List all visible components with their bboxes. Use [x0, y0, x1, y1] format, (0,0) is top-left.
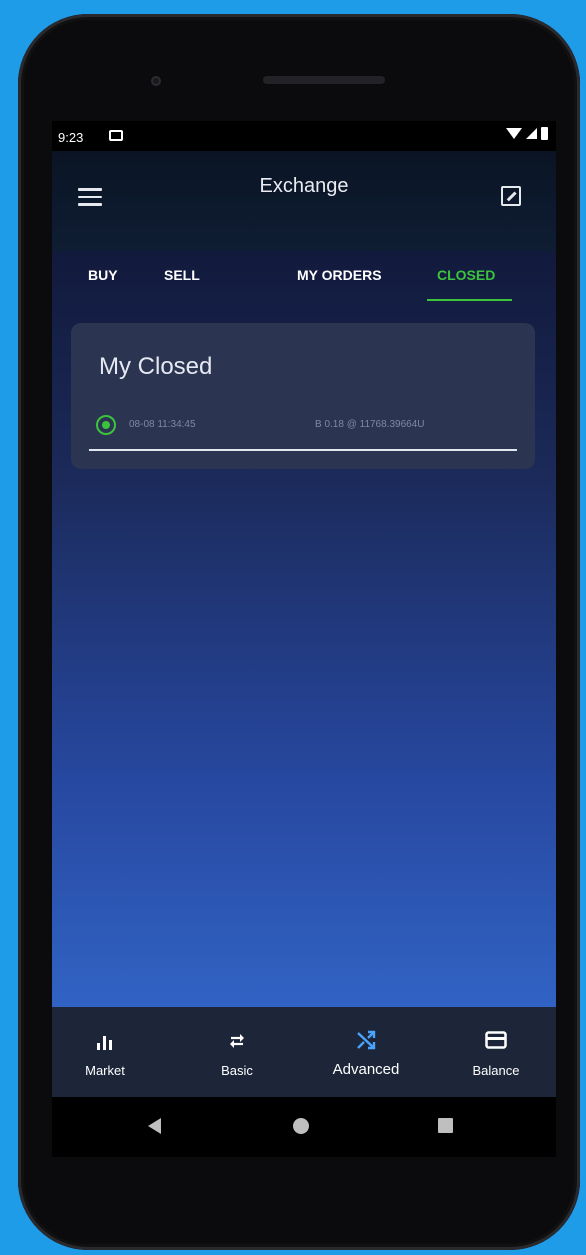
- nav-market-label: Market: [85, 1063, 125, 1078]
- battery-icon: [541, 127, 548, 140]
- card-title: My Closed: [99, 353, 213, 380]
- screen: 9:23 Exchange BUY SELL MY ORDERS CLOSED …: [52, 121, 556, 1097]
- order-detail: B 0.18 @ 11768.39664U: [315, 419, 425, 430]
- tab-sell[interactable]: SELL: [164, 267, 200, 283]
- status-bar: 9:23: [52, 121, 556, 151]
- shuffle-icon: [357, 1030, 376, 1050]
- gallery-notification-icon: [109, 130, 123, 141]
- recents-icon[interactable]: [438, 1118, 453, 1133]
- home-icon[interactable]: [293, 1118, 309, 1134]
- earpiece-speaker: [263, 76, 385, 84]
- tab-buy[interactable]: BUY: [88, 267, 118, 283]
- status-indicators: [506, 127, 548, 140]
- bar-chart-icon: [97, 1036, 112, 1050]
- nav-basic-label: Basic: [221, 1063, 253, 1078]
- nav-basic[interactable]: Basic: [202, 1007, 272, 1097]
- swap-arrows-icon: [230, 1034, 244, 1048]
- radio-selected-icon[interactable]: [96, 415, 116, 435]
- page-title: Exchange: [259, 175, 349, 197]
- open-external-icon[interactable]: [501, 186, 521, 206]
- closed-orders-card: My Closed 08-08 11:34:45 B 0.18 @ 11768.…: [71, 323, 535, 469]
- nav-balance[interactable]: Balance: [456, 1007, 536, 1097]
- order-row[interactable]: 08-08 11:34:45 B 0.18 @ 11768.39664U: [89, 411, 517, 451]
- back-icon[interactable]: [148, 1118, 161, 1134]
- app-bar: Exchange: [52, 151, 556, 251]
- tab-closed[interactable]: CLOSED: [437, 267, 495, 283]
- status-time: 9:23: [58, 130, 84, 145]
- nav-balance-label: Balance: [472, 1063, 520, 1078]
- nav-advanced[interactable]: Advanced: [318, 1007, 414, 1097]
- front-camera: [151, 76, 161, 86]
- nav-advanced-label: Advanced: [332, 1061, 400, 1078]
- order-time: 08-08 11:34:45: [129, 419, 196, 430]
- nav-market[interactable]: Market: [70, 1007, 140, 1097]
- signal-icon: [526, 128, 537, 139]
- tab-bar: BUY SELL MY ORDERS CLOSED: [52, 251, 556, 301]
- wifi-icon: [506, 128, 522, 139]
- tab-my-orders[interactable]: MY ORDERS: [297, 267, 382, 283]
- system-navigation-bar: [52, 1097, 556, 1157]
- main-content: BUY SELL MY ORDERS CLOSED My Closed 08-0…: [52, 251, 556, 1007]
- credit-card-icon: [485, 1031, 507, 1049]
- bottom-navigation: Market Basic Advanced Balance: [52, 1007, 556, 1097]
- active-tab-indicator: [427, 299, 512, 301]
